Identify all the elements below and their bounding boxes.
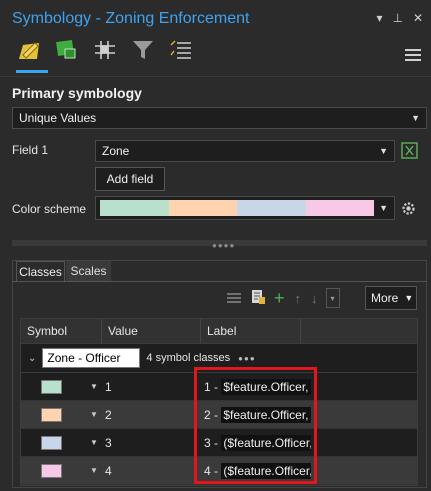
move-up-icon[interactable]: ↑ [295,291,302,306]
classes-toolbar: + ↑ ↓ ▾ [226,288,346,308]
symbol-cell: ▼ [21,401,102,428]
symbology-type-value: Unique Values [19,111,97,125]
symbol-dropdown-icon[interactable]: ▼ [90,438,98,447]
ramp-color-2 [168,200,237,216]
ramp-color-1 [100,200,169,216]
field1-label: Field 1 [12,143,49,157]
group-heading-input[interactable]: Zone - Officer [42,348,141,368]
column-header-symbol[interactable]: Symbol [21,319,102,343]
active-tool-indicator [16,70,48,73]
tab-scales[interactable]: Scales [66,261,111,281]
symbol-dropdown-icon[interactable]: ▼ [90,382,98,391]
close-icon[interactable]: ✕ [413,11,423,25]
symbol-layer-drawing-icon[interactable] [93,38,117,62]
symbol-dropdown-icon[interactable]: ▼ [90,466,98,475]
ramp-color-3 [237,200,306,216]
pane-title: Symbology - Zoning Enforcement [12,10,250,27]
more-label: More [371,291,399,305]
value-cell[interactable]: 3 [102,429,201,456]
symbol-dropdown-icon[interactable]: ▼ [90,410,98,419]
field1-select[interactable]: Zone ▼ [95,140,395,162]
chevron-down-icon: ▼ [379,146,388,156]
value-cell[interactable]: 2 [102,401,201,428]
ramp-color-4 [305,200,374,216]
symbol-swatch[interactable] [41,407,62,422]
color-scheme-select[interactable]: ▼ [95,196,395,220]
tab-divider [12,281,427,282]
symbol-cell: ▼ [21,457,102,484]
vary-symbology-icon[interactable] [55,38,79,62]
filter-icon[interactable] [131,38,155,62]
column-header-label[interactable]: Label [201,319,301,343]
color-ramp [100,200,374,216]
symbol-cell: ▼ [21,429,102,456]
splitter-grip: ●●●● [212,241,236,250]
gear-icon[interactable] [400,200,417,217]
symbol-swatch[interactable] [41,463,62,478]
chevron-down-icon: ▼ [411,113,420,123]
add-icon[interactable]: + [274,289,285,307]
move-down-icon[interactable]: ↓ [311,291,318,306]
more-button[interactable]: More ▼ [365,286,417,310]
color-scheme-label: Color scheme [12,202,87,216]
add-field-button[interactable]: Add field [95,167,165,191]
divider [0,76,431,77]
value-cell[interactable]: 4 [102,457,201,484]
hamburger-menu-icon[interactable] [405,49,421,64]
value-cell[interactable]: 1 [102,373,201,400]
symbology-type-select[interactable]: Unique Values ▼ [12,107,427,129]
symbol-class-count: 4 symbol classes [146,352,231,364]
add-values-icon[interactable] [250,289,266,308]
column-header-value[interactable]: Value [102,319,201,343]
primary-symbology-heading: Primary symbology [12,85,142,101]
collapse-chevron-icon[interactable]: ⌄ [28,353,36,364]
table-header: Symbol Value Label [21,319,417,344]
field1-value: Zone [102,144,130,158]
chevron-down-icon: ▼ [379,203,388,213]
window-controls: ▾ ⊥ ✕ [376,11,423,25]
symbol-cell: ▼ [21,373,102,400]
group-more-icon[interactable]: ●●● [238,354,256,363]
sort-dropdown-icon[interactable]: ▾ [325,288,340,308]
tab-classes[interactable]: Classes [16,261,65,281]
symbol-options-icon[interactable] [169,38,193,62]
list-view-icon[interactable] [226,292,242,304]
symbol-swatch[interactable] [41,379,62,394]
chevron-down-icon: ▼ [404,293,414,303]
highlight-box [194,367,317,484]
expression-icon[interactable] [401,142,418,159]
dropdown-options-icon[interactable]: ▾ [376,11,382,25]
column-header-empty [301,319,417,343]
primary-symbology-icon[interactable] [17,38,41,62]
pin-icon[interactable]: ⊥ [392,11,402,25]
symbology-toolbar [17,38,193,62]
symbol-swatch[interactable] [41,435,62,450]
